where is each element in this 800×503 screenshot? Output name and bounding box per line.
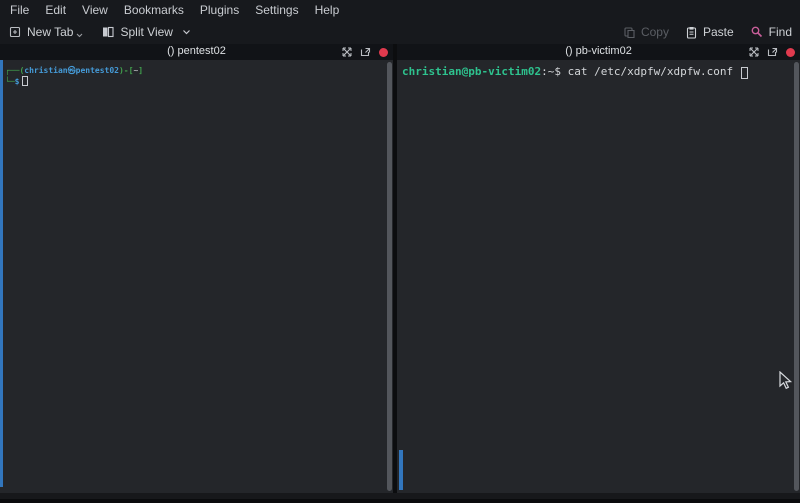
chevron-down-icon	[76, 33, 83, 38]
menu-bookmarks[interactable]: Bookmarks	[116, 3, 192, 17]
prompt-dollar: $	[554, 65, 567, 78]
window-bottom-edge	[0, 499, 800, 503]
prompt-line: christian@pb-victim02:~$ cat /etc/xdpfw/…	[402, 65, 800, 79]
paste-label: Paste	[703, 25, 734, 39]
prompt-mid: )-[	[119, 66, 133, 75]
maximize-pane-icon[interactable]	[342, 47, 352, 57]
split-view-icon	[101, 25, 115, 39]
pane-title: () pb-victim02	[397, 45, 800, 57]
split-container: () pentest02 ┌──(christian㉿pentest02)-[~…	[0, 44, 800, 493]
focus-indicator	[0, 60, 3, 487]
prompt-dollar: $	[15, 77, 20, 86]
detach-pane-icon[interactable]	[767, 47, 778, 57]
split-view-button[interactable]: Split View	[101, 25, 190, 39]
prompt-colon: :	[541, 65, 548, 78]
close-pane-button[interactable]	[379, 48, 388, 57]
menu-file[interactable]: File	[2, 3, 37, 17]
prompt-line-2: └─$	[5, 76, 393, 87]
konsole-window: File Edit View Bookmarks Plugins Setting…	[0, 0, 800, 503]
prompt-corner: └─	[5, 77, 15, 86]
scrolled-lines-indicator	[399, 450, 403, 490]
new-tab-icon	[8, 25, 22, 39]
chevron-down-icon	[182, 29, 191, 35]
scrollbar[interactable]	[794, 62, 799, 491]
terminal-pentest02[interactable]: ┌──(christian㉿pentest02)-[~] └─$	[0, 60, 393, 493]
prompt-open: ┌──(	[5, 66, 24, 75]
menu-view[interactable]: View	[74, 3, 116, 17]
detach-pane-icon[interactable]	[360, 47, 371, 57]
copy-label: Copy	[641, 25, 669, 39]
menu-edit[interactable]: Edit	[37, 3, 74, 17]
split-view-label: Split View	[120, 25, 172, 39]
mouse-cursor	[779, 371, 793, 391]
copy-icon	[623, 26, 636, 39]
prompt-host: pentest02	[76, 66, 119, 75]
new-tab-label: New Tab	[27, 25, 73, 39]
prompt-user: christian	[24, 66, 67, 75]
pane-header-pb-victim02[interactable]: () pb-victim02	[397, 44, 800, 60]
paste-button[interactable]: Paste	[685, 25, 734, 39]
find-button[interactable]: Find	[750, 25, 792, 39]
maximize-pane-icon[interactable]	[749, 47, 759, 57]
prompt-at-symbol: ㉿	[68, 66, 76, 75]
terminal-cursor	[741, 67, 748, 79]
terminal-pb-victim02[interactable]: christian@pb-victim02:~$ cat /etc/xdpfw/…	[397, 60, 800, 493]
new-tab-button[interactable]: New Tab	[8, 25, 83, 39]
prompt-close: ]	[138, 66, 143, 75]
menu-help[interactable]: Help	[307, 3, 348, 17]
find-label: Find	[769, 25, 792, 39]
prompt-line-1: ┌──(christian㉿pentest02)-[~]	[5, 65, 393, 76]
menu-bar: File Edit View Bookmarks Plugins Setting…	[0, 0, 800, 20]
pane-header-pentest02[interactable]: () pentest02	[0, 44, 393, 60]
toolbar: New Tab Split View	[0, 20, 800, 44]
pane-title: () pentest02	[0, 45, 393, 57]
menu-settings[interactable]: Settings	[247, 3, 306, 17]
pane-pentest02: () pentest02 ┌──(christian㉿pentest02)-[~…	[0, 44, 393, 493]
close-pane-button[interactable]	[786, 48, 795, 57]
scrollbar[interactable]	[387, 62, 392, 491]
prompt-user-host: christian@pb-victim02	[402, 65, 541, 78]
menu-plugins[interactable]: Plugins	[192, 3, 247, 17]
paste-icon	[685, 26, 698, 39]
terminal-cursor	[22, 76, 28, 86]
copy-button[interactable]: Copy	[623, 25, 669, 39]
command-text: cat /etc/xdpfw/xdpfw.conf	[568, 65, 740, 78]
pane-pb-victim02: () pb-victim02 christian@pb-victim02:~$ …	[397, 44, 800, 493]
find-icon	[750, 25, 764, 39]
